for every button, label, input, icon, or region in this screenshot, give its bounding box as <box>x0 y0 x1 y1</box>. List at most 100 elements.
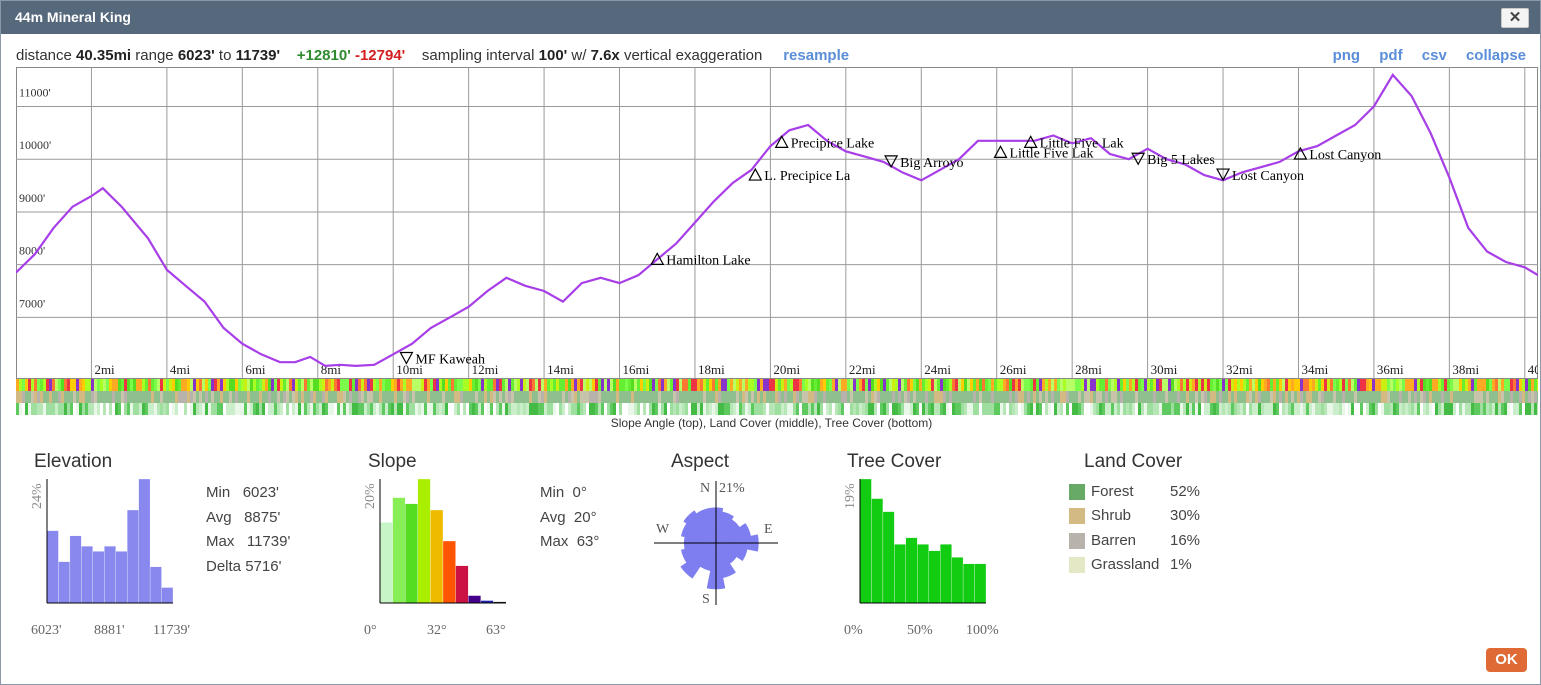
png-link[interactable]: png <box>1333 47 1361 64</box>
slope-band-cell <box>466 379 469 391</box>
slope-band-cell <box>1225 379 1228 391</box>
aspect-north-label: N <box>700 481 710 496</box>
slope-band-cell <box>1264 379 1267 391</box>
slope-band-cell <box>1309 379 1312 391</box>
land-cover-band-cell <box>841 391 844 403</box>
land-cover-band-cell <box>826 391 829 403</box>
tree-cover-band-cell <box>1138 403 1141 415</box>
dialog-title: 44m Mineral King <box>15 9 131 25</box>
land-cover-band-cell <box>280 391 283 403</box>
land-cover-band-cell <box>1507 391 1510 403</box>
land-cover-band-cell <box>166 391 169 403</box>
tree-cover-band-cell <box>1090 403 1093 415</box>
land-cover-band-cell <box>1414 391 1417 403</box>
pdf-link[interactable]: pdf <box>1379 47 1402 64</box>
slope-band-cell <box>316 379 319 391</box>
slope-band-cell <box>901 379 904 391</box>
tree-cover-band-cell <box>685 403 688 415</box>
tree-cover-band-cell <box>181 403 184 415</box>
histogram-bar <box>882 511 895 604</box>
slope-band-cell <box>793 379 796 391</box>
tree-cover-band-cell <box>478 403 481 415</box>
tree-cover-band-cell <box>382 403 385 415</box>
tree-cover-band-cell <box>844 403 847 415</box>
tree-cover-band-cell <box>67 403 70 415</box>
slope-band-cell <box>1531 379 1534 391</box>
slope-band-cell <box>745 379 748 391</box>
slope-band-cell <box>628 379 631 391</box>
histogram-bar <box>127 509 139 604</box>
slope-band-cell <box>643 379 646 391</box>
collapse-link[interactable]: collapse <box>1466 47 1526 64</box>
slope-band-cell <box>1024 379 1027 391</box>
tree-cover-band-cell <box>1165 403 1168 415</box>
tree-cover-band-cell <box>535 403 538 415</box>
slope-band-cell <box>31 379 34 391</box>
slope-band-cell <box>409 379 412 391</box>
tree-cover-band-cell <box>658 403 661 415</box>
slope-band-cell <box>1255 379 1258 391</box>
x-tick-label: 2mi <box>94 362 115 377</box>
histogram-bar <box>405 503 418 604</box>
tree-cover-band-cell <box>1063 403 1066 415</box>
tree-cover-band-cell <box>784 403 787 415</box>
tree-cover-band-cell <box>886 403 889 415</box>
tree-cover-band-cell <box>856 403 859 415</box>
tree-cover-band-cell <box>682 403 685 415</box>
csv-link[interactable]: csv <box>1422 47 1447 64</box>
land-cover-band-cell <box>1027 391 1030 403</box>
tree-cover-band-cell <box>19 403 22 415</box>
land-cover-band-cell <box>1201 391 1204 403</box>
land-cover-band-cell <box>1363 391 1366 403</box>
land-cover-band-cell <box>1297 391 1300 403</box>
slope-band-cell <box>253 379 256 391</box>
land-cover-band-cell <box>232 391 235 403</box>
slope-band-cell <box>352 379 355 391</box>
slope-band-cell <box>130 379 133 391</box>
tree-cover-band-cell <box>148 403 151 415</box>
histogram-x-label: 50% <box>907 623 933 638</box>
land-cover-band-cell <box>829 391 832 403</box>
ok-button[interactable]: OK <box>1486 648 1527 672</box>
close-button[interactable]: ✕ <box>1501 8 1529 28</box>
tree-cover-band-cell <box>130 403 133 415</box>
land-cover-band-cell <box>1312 391 1315 403</box>
tree-cover-band-cell <box>286 403 289 415</box>
slope-band-cell <box>232 379 235 391</box>
tree-cover-band-cell <box>325 403 328 415</box>
tree-cover-band-cell <box>796 403 799 415</box>
plot-area <box>16 67 1538 379</box>
slope-band-cell <box>679 379 682 391</box>
slope-band-cell <box>850 379 853 391</box>
slope-band-cell <box>424 379 427 391</box>
land-cover-band-cell <box>1138 391 1141 403</box>
slope-band-cell <box>331 379 334 391</box>
land-cover-band-cell <box>898 391 901 403</box>
slope-band-cell <box>1303 379 1306 391</box>
tree-cover-band-cell <box>298 403 301 415</box>
slope-band-cell <box>655 379 658 391</box>
tree-cover-band-cell <box>1228 403 1231 415</box>
slope-band-cell <box>853 379 856 391</box>
slope-band-cell <box>193 379 196 391</box>
land-cover-band-cell <box>1504 391 1507 403</box>
resample-link[interactable]: resample <box>783 47 849 64</box>
tree-cover-band-cell <box>868 403 871 415</box>
land-cover-band-cell <box>1189 391 1192 403</box>
slope-band-cell <box>841 379 844 391</box>
tree-cover-band-cell <box>1504 403 1507 415</box>
land-cover-band-cell <box>34 391 37 403</box>
tree-cover-band-cell <box>403 403 406 415</box>
tree-cover-band-cell <box>1252 403 1255 415</box>
tree-cover-band-cell <box>1417 403 1420 415</box>
tree-cover-band-cell <box>583 403 586 415</box>
tree-cover-band-cell <box>91 403 94 415</box>
tree-cover-band-cell <box>1039 403 1042 415</box>
land-cover-band-cell <box>994 391 997 403</box>
tree-cover-band-cell <box>1471 403 1474 415</box>
tree-cover-band-cell <box>1000 403 1003 415</box>
histogram-x-label: 0° <box>364 623 377 638</box>
land-cover-band-cell <box>1432 391 1435 403</box>
exaggeration-value: 7.6x <box>590 47 620 64</box>
slope-band-cell <box>1177 379 1180 391</box>
